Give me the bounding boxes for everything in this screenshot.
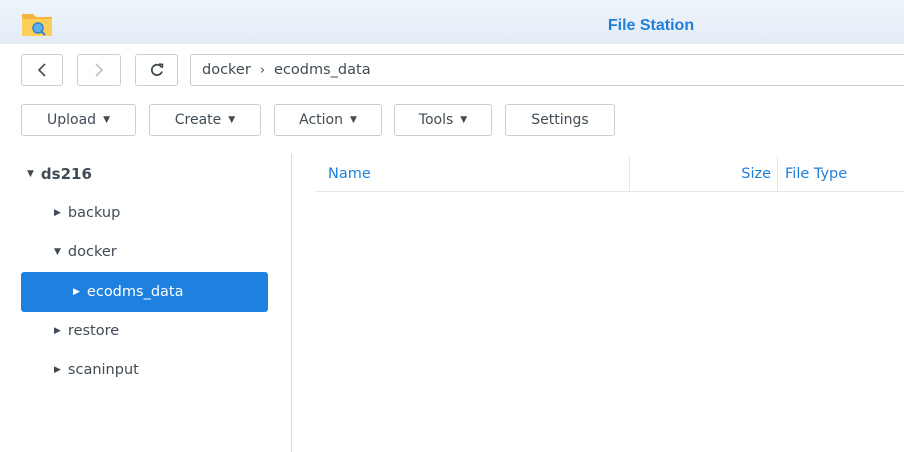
action-label: Action [299, 112, 343, 128]
tree-item-label: scaninput [67, 362, 139, 378]
window-title: File Station [607, 17, 695, 34]
settings-label: Settings [531, 112, 589, 128]
tree-item-restore[interactable]: ▶ restore [54, 311, 119, 351]
path-bar[interactable]: docker › ecodms_data [190, 54, 904, 86]
create-label: Create [174, 112, 222, 128]
column-divider[interactable] [777, 156, 778, 192]
column-header-name[interactable]: Name [328, 156, 628, 192]
forward-button[interactable] [77, 54, 121, 86]
create-button[interactable]: Create ▼ [149, 104, 261, 136]
caret-down-icon: ▼ [460, 115, 468, 125]
tree-item-docker[interactable]: ▼ docker [54, 232, 117, 272]
column-header-size[interactable]: Size [630, 156, 777, 192]
panel-divider[interactable] [291, 154, 292, 452]
tree-item-ecodms-data[interactable]: ▶ ecodms_data [21, 272, 268, 312]
caret-down-icon[interactable]: ▼ [27, 169, 34, 179]
chevron-right-icon [95, 63, 104, 77]
path-segment-ecodms-data[interactable]: ecodms_data [274, 62, 371, 78]
tools-label: Tools [418, 112, 454, 128]
tree-item-label: restore [67, 323, 120, 339]
tree-item-backup[interactable]: ▶ backup [54, 193, 120, 233]
path-separator: › [259, 62, 266, 78]
caret-right-icon[interactable]: ▶ [54, 365, 61, 375]
tree-item-scaninput[interactable]: ▶ scaninput [54, 350, 139, 390]
title-bar: File Station [0, 0, 904, 44]
action-button[interactable]: Action ▼ [274, 104, 382, 136]
refresh-icon [150, 63, 163, 76]
caret-right-icon[interactable]: ▶ [54, 208, 61, 218]
folder-tree: ▼ ds216 ▶ backup ▼ docker ▶ ecodms_data … [0, 152, 292, 452]
path-segment-docker[interactable]: docker [202, 62, 251, 78]
navigation-bar: docker › ecodms_data [0, 54, 904, 90]
column-header-file-type[interactable]: File Type [785, 156, 904, 192]
chevron-left-icon [37, 63, 46, 77]
caret-down-icon: ▼ [103, 115, 110, 125]
upload-label: Upload [47, 112, 97, 128]
tree-item-label: docker [67, 244, 117, 260]
caret-right-icon[interactable]: ▶ [73, 287, 80, 297]
refresh-button[interactable] [135, 54, 178, 86]
caret-down-icon: ▼ [228, 115, 236, 125]
tools-button[interactable]: Tools ▼ [394, 104, 492, 136]
caret-right-icon[interactable]: ▶ [54, 326, 61, 336]
tree-item-label: ecodms_data [86, 284, 184, 300]
upload-button[interactable]: Upload ▼ [21, 104, 136, 136]
caret-down-icon: ▼ [349, 115, 357, 125]
toolbar: Upload ▼ Create ▼ Action ▼ Tools ▼ Setti… [0, 104, 904, 140]
tree-root-ds216[interactable]: ▼ ds216 [27, 154, 92, 194]
tree-item-label: backup [67, 205, 121, 221]
caret-down-icon[interactable]: ▼ [54, 247, 61, 257]
tree-root-label: ds216 [40, 165, 92, 183]
back-button[interactable] [21, 54, 63, 86]
file-list-header: Name Size File Type [315, 156, 904, 192]
settings-button[interactable]: Settings [505, 104, 615, 136]
